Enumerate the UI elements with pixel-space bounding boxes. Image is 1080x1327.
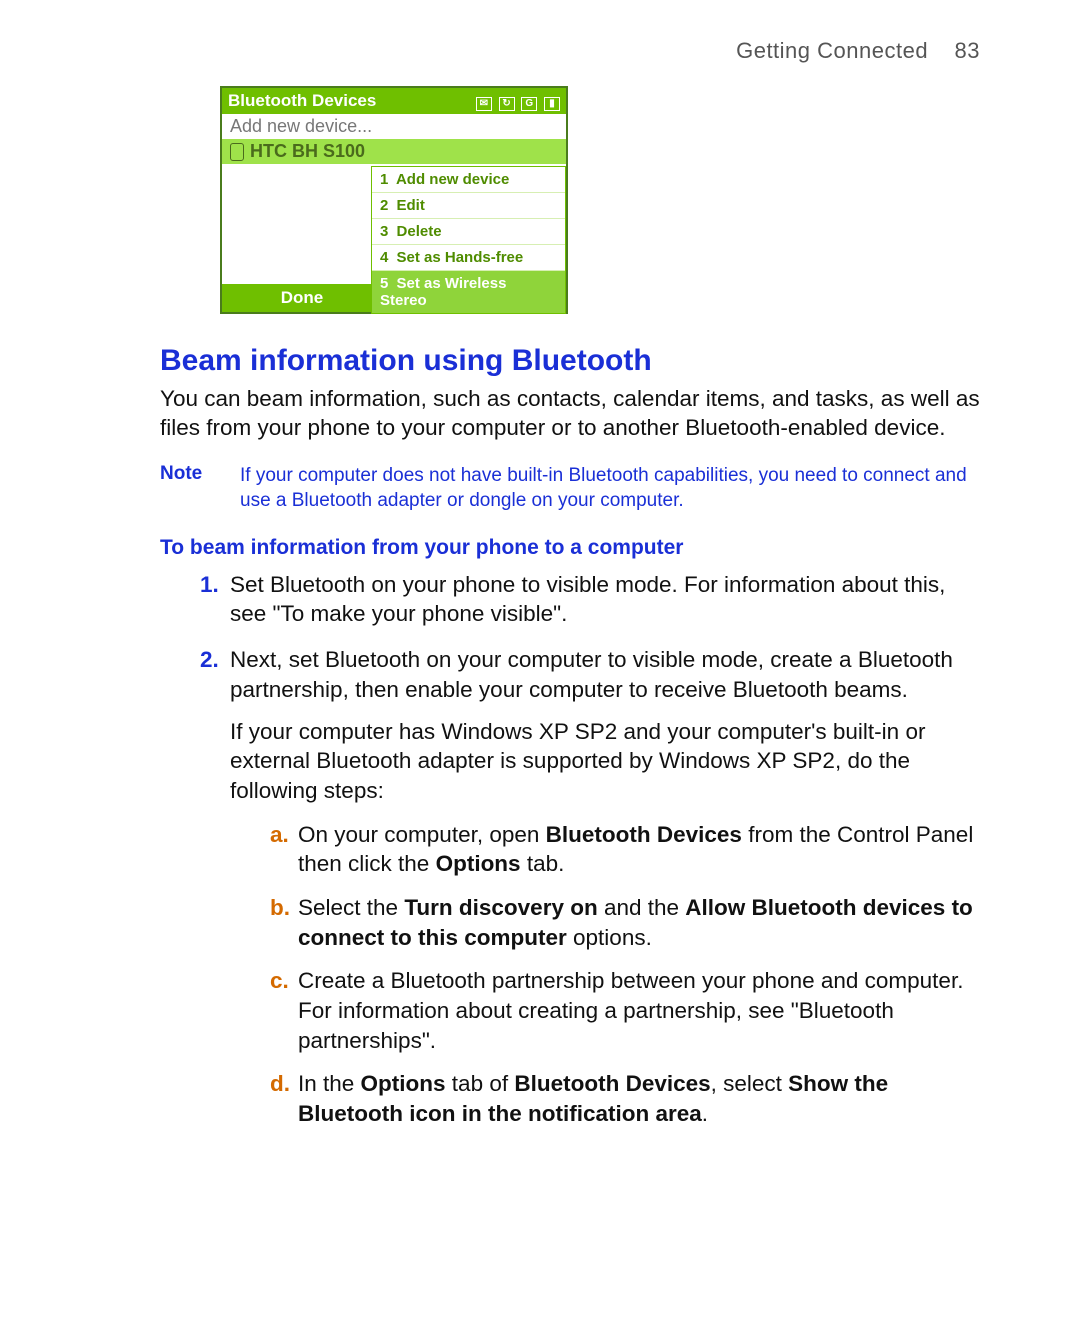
substep-d: d. In the Options tab of Bluetooth Devic… — [270, 1069, 980, 1128]
substep-a: a. On your computer, open Bluetooth Devi… — [270, 820, 980, 879]
subsection-heading: To beam information from your phone to a… — [160, 536, 980, 560]
selected-device-name: HTC BH S100 — [250, 141, 365, 162]
step-2-text-a: Next, set Bluetooth on your computer to … — [230, 647, 953, 702]
phone-screenshot: Bluetooth Devices ✉ ↻ G ▮ Add new device… — [220, 86, 568, 314]
phone-titlebar: Bluetooth Devices ✉ ↻ G ▮ — [222, 88, 566, 114]
substep-b: b. Select the Turn discovery on and the … — [270, 893, 980, 952]
page-header: Getting Connected 83 — [160, 38, 980, 64]
mail-icon: ✉ — [476, 97, 492, 111]
substeps-list: a. On your computer, open Bluetooth Devi… — [230, 820, 980, 1129]
sync-icon: ↻ — [499, 97, 515, 111]
step-marker: 1. — [200, 570, 219, 600]
phone-device-list: Add new device... HTC BH S100 1 Add new … — [222, 114, 566, 284]
header-page-number: 83 — [955, 38, 980, 63]
softkey-done[interactable]: Done — [222, 284, 382, 312]
note-text: If your computer does not have built-in … — [240, 463, 980, 514]
substep-marker: b. — [270, 893, 290, 923]
header-section: Getting Connected — [736, 38, 928, 63]
network-icon: G — [521, 97, 537, 111]
selected-device-row[interactable]: HTC BH S100 — [222, 139, 566, 164]
steps-list: 1. Set Bluetooth on your phone to visibl… — [160, 570, 980, 1129]
step-2-text-b: If your computer has Windows XP SP2 and … — [230, 717, 980, 806]
step-2: 2. Next, set Bluetooth on your computer … — [200, 645, 980, 1129]
note-block: Note If your computer does not have buil… — [160, 463, 980, 514]
section-heading: Beam information using Bluetooth — [160, 344, 980, 378]
menu-add-new-device[interactable]: 1 Add new device — [372, 167, 565, 192]
signal-icon: ▮ — [544, 97, 560, 111]
note-label: Note — [160, 463, 240, 514]
menu-set-handsfree[interactable]: 4 Set as Hands-free — [372, 244, 565, 270]
substep-c: c. Create a Bluetooth partnership betwee… — [270, 966, 980, 1055]
document-page: Getting Connected 83 Bluetooth Devices ✉… — [0, 0, 1080, 1327]
menu-set-wireless-stereo[interactable]: 5 Set as Wireless Stereo — [372, 270, 565, 313]
step-1: 1. Set Bluetooth on your phone to visibl… — [200, 570, 980, 629]
substep-marker: d. — [270, 1069, 290, 1099]
context-menu: 1 Add new device 2 Edit 3 Delete 4 Set a… — [371, 166, 566, 314]
substep-marker: a. — [270, 820, 289, 850]
step-marker: 2. — [200, 645, 219, 675]
menu-edit[interactable]: 2 Edit — [372, 192, 565, 218]
add-device-row[interactable]: Add new device... — [222, 114, 566, 139]
phone-title: Bluetooth Devices — [228, 91, 376, 111]
status-icons: ✉ ↻ G ▮ — [474, 91, 560, 111]
section-body: You can beam information, such as contac… — [160, 384, 980, 443]
step-1-text: Set Bluetooth on your phone to visible m… — [230, 572, 945, 627]
menu-delete[interactable]: 3 Delete — [372, 218, 565, 244]
bluetooth-device-icon — [230, 143, 244, 161]
substep-marker: c. — [270, 966, 289, 996]
